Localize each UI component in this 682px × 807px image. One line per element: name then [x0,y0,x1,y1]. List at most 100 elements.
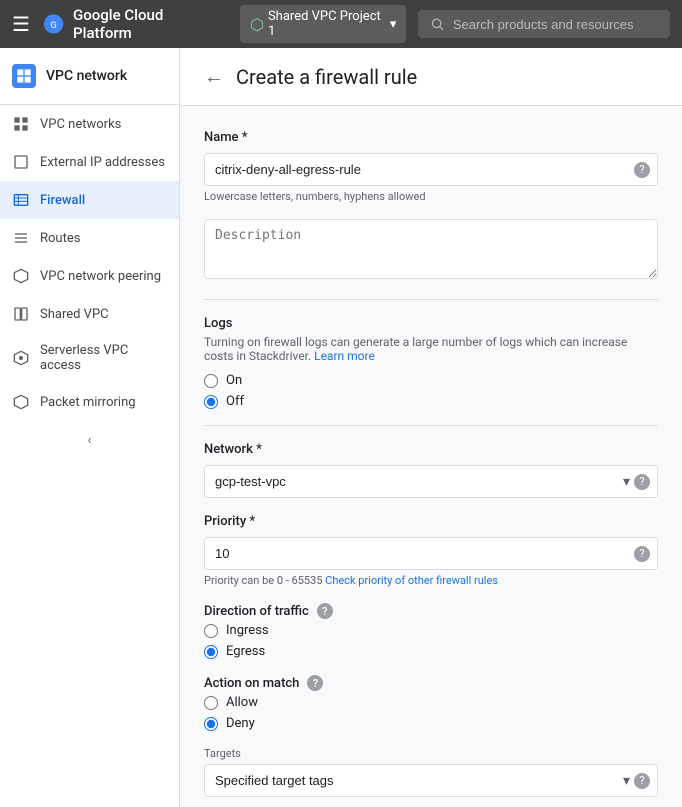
main-content: ← Create a firewall rule Name * ? Lowerc… [180,48,682,807]
project-icon: ⬡ [250,15,264,34]
logs-on-radio[interactable] [204,374,218,388]
sidebar-item-vpc-networks[interactable]: VPC networks [0,105,179,143]
sidebar-item-label: Shared VPC [40,307,109,322]
action-allow-radio[interactable] [204,696,218,710]
logs-on-option[interactable]: On [204,373,658,388]
sidebar-item-external-ip[interactable]: External IP addresses [0,143,179,181]
action-deny-radio[interactable] [204,717,218,731]
back-button[interactable]: ← [204,64,224,89]
sidebar: VPC network VPC networks External IP add… [0,48,180,807]
gcp-logo-icon: G [42,12,65,36]
direction-help-icon[interactable]: ? [317,603,333,619]
search-icon [430,16,444,32]
name-hint: Lowercase letters, numbers, hyphens allo… [204,190,658,203]
logs-hint: Turning on firewall logs can generate a … [204,335,658,363]
priority-label: Priority * [204,514,658,529]
action-radio-group: Allow Deny [204,695,658,731]
page-header: ← Create a firewall rule [180,48,682,106]
priority-input[interactable] [204,537,658,570]
network-select[interactable]: gcp-test-vpc [204,465,658,498]
search-bar[interactable] [418,10,670,38]
page-title: Create a firewall rule [236,65,417,89]
collapse-icon: ‹ [88,433,92,448]
vpc-networks-icon [12,115,30,133]
sidebar-header: VPC network [0,48,179,105]
network-label: Network * [204,442,658,457]
sidebar-item-vpc-peering[interactable]: VPC network peering [0,257,179,295]
sidebar-item-packet-mirroring[interactable]: Packet mirroring [0,383,179,421]
name-field-group: Name * ? Lowercase letters, numbers, hyp… [204,130,658,203]
sidebar-item-serverless-vpc[interactable]: Serverless VPC access [0,333,179,383]
action-help-icon[interactable]: ? [307,675,323,691]
top-navigation: ☰ G Google Cloud Platform ⬡ Shared VPC P… [0,0,682,48]
description-field-group [204,219,658,283]
firewall-icon [12,191,30,209]
network-help-icon[interactable]: ? [634,474,650,490]
app-title: Google Cloud Platform [73,6,220,42]
external-ip-icon [12,153,30,171]
direction-label: Direction of traffic ? [204,603,658,619]
name-input[interactable] [204,153,658,186]
direction-ingress-label: Ingress [226,623,269,638]
targets-label: Targets [204,747,658,760]
direction-ingress-option[interactable]: Ingress [204,623,658,638]
targets-select[interactable]: Specified target tags [204,764,658,797]
sidebar-collapse-button[interactable]: ‹ [0,421,179,460]
direction-radio-group: Ingress Egress [204,623,658,659]
action-deny-option[interactable]: Deny [204,716,658,731]
logs-learn-more-link[interactable]: Learn more [314,349,375,363]
action-deny-label: Deny [226,716,255,731]
divider-1 [204,299,658,300]
action-field-group: Action on match ? Allow Deny [204,675,658,731]
sidebar-item-routes[interactable]: Routes [0,219,179,257]
priority-check-link[interactable]: Check priority of other firewall rules [325,574,498,587]
sidebar-item-label: External IP addresses [40,155,165,170]
targets-field-group: Targets Specified target tags ▾ ? [204,747,658,797]
search-input[interactable] [453,17,658,32]
app-logo: G Google Cloud Platform [42,6,220,42]
targets-select-wrapper: Specified target tags ▾ ? [204,764,658,797]
packet-mirroring-icon [12,393,30,411]
serverless-vpc-icon [12,349,30,367]
targets-help-icon[interactable]: ? [634,773,650,789]
divider-2 [204,425,658,426]
action-allow-option[interactable]: Allow [204,695,658,710]
direction-ingress-radio[interactable] [204,624,218,638]
name-input-wrapper: ? [204,153,658,186]
sidebar-header-icon [12,64,36,88]
direction-field-group: Direction of traffic ? Ingress Egress [204,603,658,659]
priority-hint: Priority can be 0 - 65535 Check priority… [204,574,658,587]
sidebar-item-shared-vpc[interactable]: Shared VPC [0,295,179,333]
description-textarea[interactable] [204,219,658,279]
direction-egress-radio[interactable] [204,645,218,659]
direction-egress-label: Egress [226,644,265,659]
routes-icon [12,229,30,247]
action-allow-label: Allow [226,695,258,710]
sidebar-item-firewall[interactable]: Firewall [0,181,179,219]
priority-help-icon[interactable]: ? [634,546,650,562]
logs-field-group: Logs Turning on firewall logs can genera… [204,316,658,409]
sidebar-item-label: VPC networks [40,117,121,132]
logs-off-option[interactable]: Off [204,394,658,409]
logs-off-radio[interactable] [204,395,218,409]
svg-text:G: G [50,20,57,31]
logs-radio-group: On Off [204,373,658,409]
logs-label: Logs [204,316,658,331]
project-selector[interactable]: ⬡ Shared VPC Project 1 ▾ [240,5,406,43]
sidebar-item-label: Packet mirroring [40,395,136,410]
logs-off-label: Off [226,394,244,409]
form-container: Name * ? Lowercase letters, numbers, hyp… [180,106,682,807]
priority-input-wrapper: ? [204,537,658,570]
priority-field-group: Priority * ? Priority can be 0 - 65535 C… [204,514,658,587]
sidebar-item-label: Serverless VPC access [40,343,167,373]
network-field-group: Network * gcp-test-vpc ▾ ? [204,442,658,498]
menu-icon[interactable]: ☰ [12,12,30,36]
sidebar-item-label: Routes [40,231,80,246]
logs-on-label: On [226,373,242,388]
vpc-peering-icon [12,267,30,285]
shared-vpc-icon [12,305,30,323]
name-help-icon[interactable]: ? [634,162,650,178]
direction-egress-option[interactable]: Egress [204,644,658,659]
action-label: Action on match ? [204,675,658,691]
project-dropdown-icon: ▾ [390,17,397,32]
